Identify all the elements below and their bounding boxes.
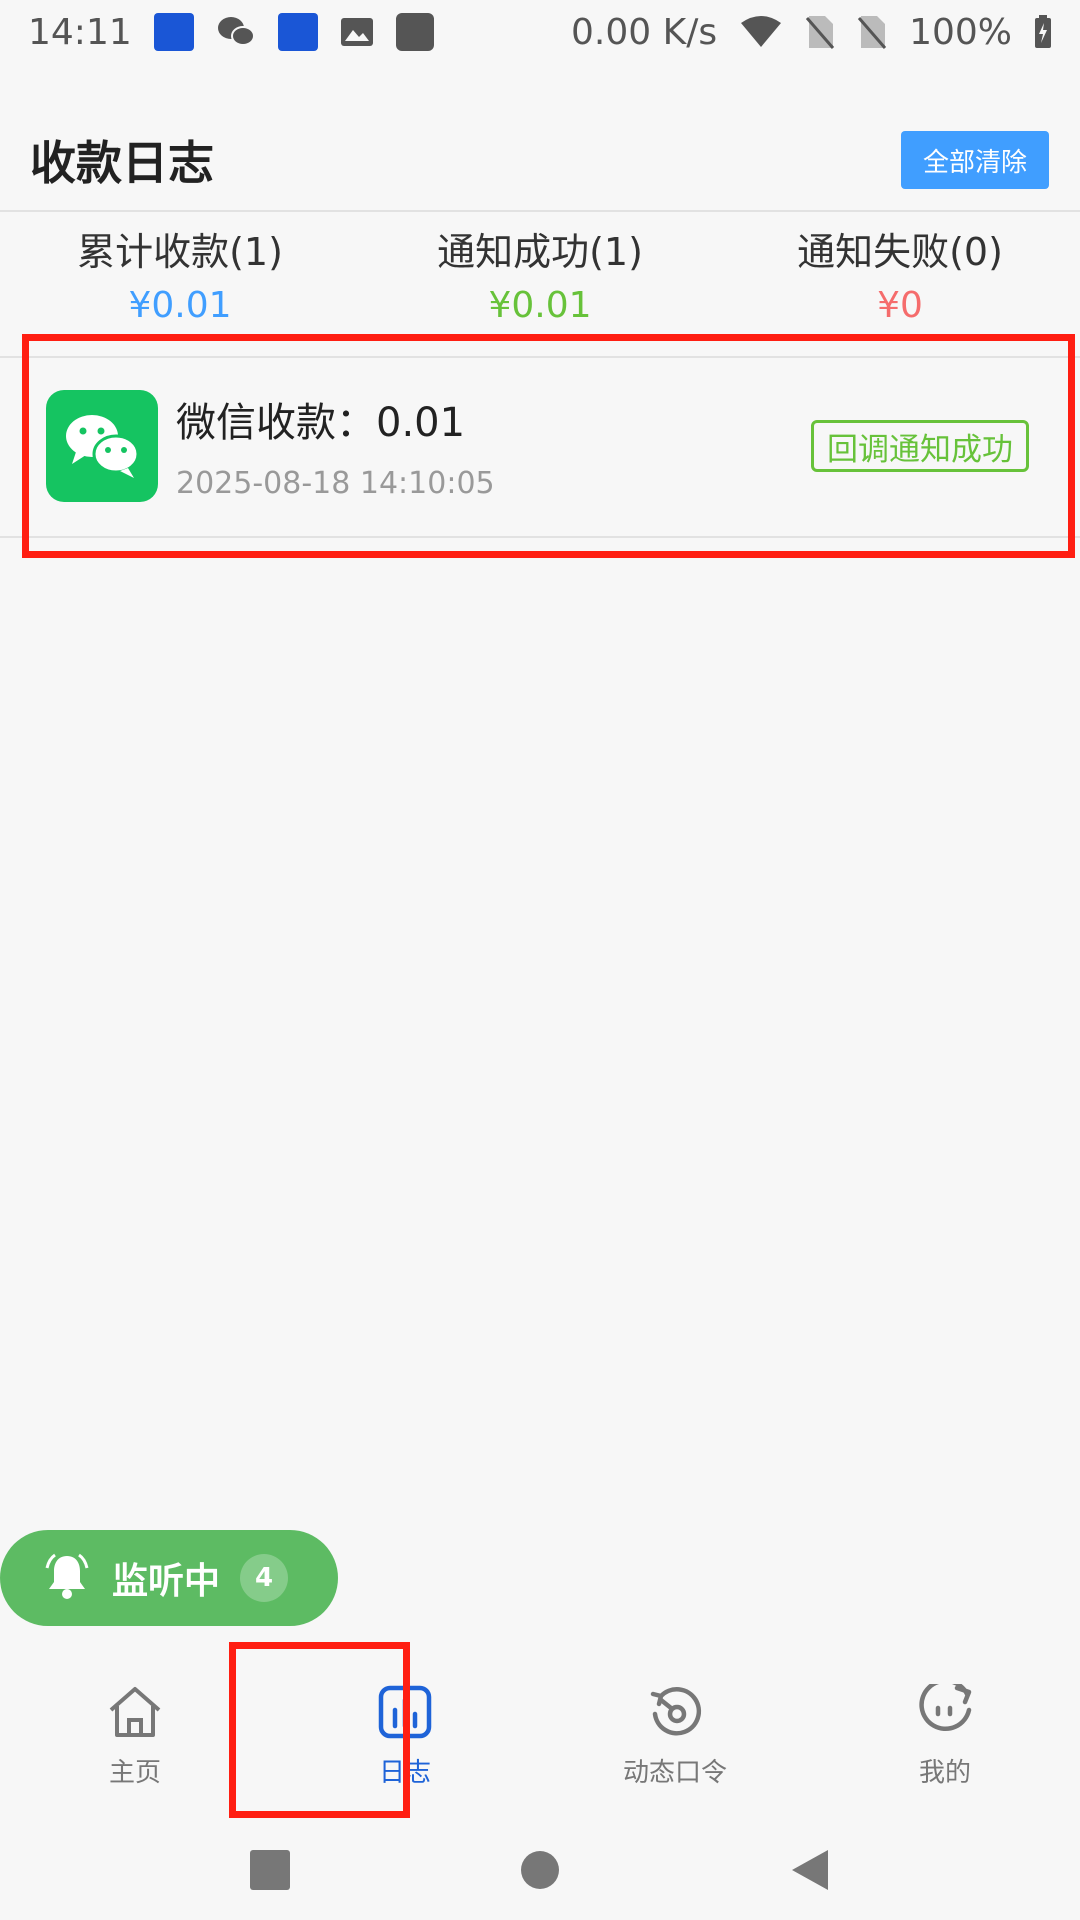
stat-failed-label: 通知失败(0) [797,230,1003,274]
monitoring-label: 监听中 [112,1561,221,1602]
status-bar-right: 0.00 K/s 100% [571,12,1052,53]
wechat-icon [46,390,158,502]
app-notification-icon [153,13,194,51]
wifi-icon [739,15,783,49]
tab-mine[interactable]: 我的 [810,1660,1080,1810]
status-bar: 14:11 0.00 K/s 100% [0,0,1080,64]
stat-success: 通知成功(1) ¥0.01 [360,214,720,356]
tab-dynamic-code[interactable]: 动态口令 [540,1660,810,1810]
bell-icon [44,1552,90,1604]
stat-success-label: 通知成功(1) [437,230,643,274]
no-sim-icon [805,14,835,50]
stat-failed-value: ¥0 [877,285,923,326]
tab-home-label: 主页 [108,1758,161,1788]
log-status-badge: 回调通知成功 [811,420,1029,472]
stat-total: 累计收款(1) ¥0.01 [0,214,360,356]
bar-chart-icon [377,1684,433,1744]
no-sim-icon-2 [857,14,887,50]
stat-total-label: 累计收款(1) [77,230,283,274]
stat-success-value: ¥0.01 [488,285,592,326]
tab-logs-label: 日志 [378,1758,431,1788]
status-bar-left: 14:11 [28,12,434,53]
wechat-notification-icon [216,14,256,50]
face-icon [917,1678,973,1744]
rotate-key-icon [647,1684,703,1744]
image-notification-icon [340,17,374,47]
back-button[interactable] [675,1848,945,1892]
battery-level: 100% [909,11,1012,53]
recent-apps-button[interactable] [135,1849,405,1891]
monitoring-indicator[interactable]: 监听中 4 [0,1530,338,1626]
clear-all-button[interactable]: 全部清除 [901,131,1049,189]
network-speed: 0.00 K/s [570,11,718,53]
tab-dynamic-code-label: 动态口令 [622,1758,727,1788]
log-list-item[interactable]: 微信收款：0.01 2025-08-18 14:10:05 回调通知成功 [0,358,1080,538]
page-header: 收款日志 全部清除 [0,110,1080,212]
log-timestamp: 2025-08-18 14:10:05 [176,466,495,501]
tab-home[interactable]: 主页 [0,1660,270,1810]
home-button[interactable] [405,1850,675,1890]
stats-summary: 累计收款(1) ¥0.01 通知成功(1) ¥0.01 通知失败(0) ¥0 [0,214,1080,358]
page-title: 收款日志 [30,136,214,190]
battery-charging-icon [1034,15,1052,49]
stat-total-value: ¥0.01 [128,285,232,326]
square-notification-icon [395,13,434,51]
bottom-tab-bar: 主页 日志 动态口令 我的 [0,1660,1080,1810]
tab-logs[interactable]: 日志 [270,1660,540,1810]
screen: 14:11 0.00 K/s 100% 收款日志 全部清除 累计收款(1) ¥0… [0,0,1080,1920]
monitoring-count-badge: 4 [240,1554,289,1602]
app-notification-icon-2 [277,13,318,51]
home-icon [105,1684,165,1744]
status-time: 14:11 [28,11,132,53]
stat-failed: 通知失败(0) ¥0 [720,214,1080,356]
system-navigation-bar [0,1820,1080,1920]
tab-mine-label: 我的 [918,1758,971,1788]
log-title: 微信收款：0.01 [176,400,466,446]
